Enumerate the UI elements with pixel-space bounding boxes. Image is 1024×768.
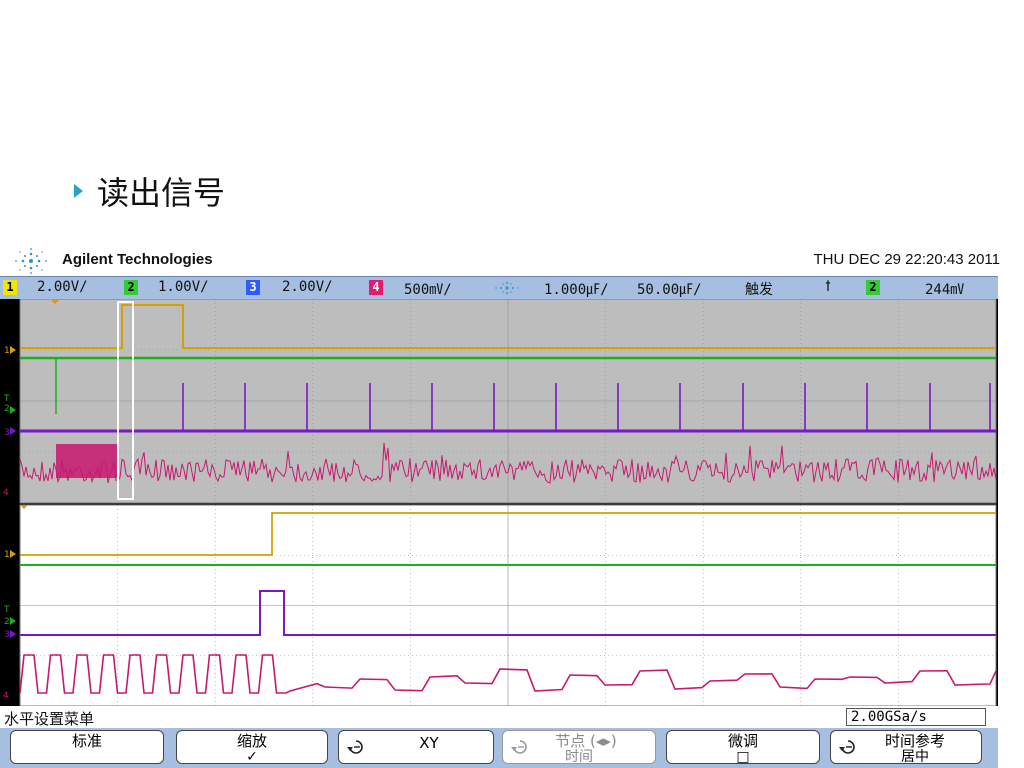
ch4-scale: 500㎷/: [404, 282, 452, 298]
softkey-fine[interactable]: 微调 □: [666, 730, 820, 765]
waveform-display[interactable]: 1 2 T 3 4 1 T 2 3 4: [0, 299, 998, 706]
softkey-xy[interactable]: XY: [338, 730, 494, 764]
ch3-scale: 2.00V/: [282, 279, 333, 295]
channel-status-bar: 1 2.00V/ 2 1.00V/ 3 2.00V/ 4 500㎷/ 1.000…: [0, 276, 998, 300]
checkbox-icon: □: [736, 749, 750, 765]
brand-name: Agilent Technologies: [62, 251, 213, 268]
softkey-time-reference[interactable]: 时间参考 居中: [830, 730, 982, 765]
cycle-arrow-icon: [839, 740, 855, 754]
sample-rate: 2.00GSa/s: [846, 708, 986, 726]
ch2-scale: 1.00V/: [158, 279, 209, 295]
softkey-node-time[interactable]: 节点 (◂▸) 时间: [502, 730, 656, 765]
trigger-channel-badge[interactable]: 2: [866, 280, 880, 295]
scope-header: Agilent Technologies THU DEC 29 22:20:43…: [8, 247, 1000, 275]
bullet-icon: [74, 184, 83, 198]
agilent-logo-icon: [495, 282, 519, 294]
svg-text:4: 4: [3, 488, 9, 498]
time-scale: 50.00㎌/: [637, 282, 702, 298]
cycle-arrow-icon: [347, 740, 363, 754]
cycle-arrow-icon: [511, 740, 527, 754]
trigger-slope-icon: ꝉ: [825, 279, 831, 295]
softkey-label: 微调: [727, 732, 758, 750]
ch1-badge[interactable]: 1: [3, 280, 17, 295]
softkey-label: 标准: [71, 732, 102, 750]
svg-text:2: 2: [4, 617, 10, 627]
ch1-scale: 2.00V/: [37, 279, 88, 295]
ch2-badge[interactable]: 2: [124, 280, 138, 295]
trigger-label: 触发: [745, 282, 773, 298]
agilent-logo-icon: [15, 248, 47, 274]
time-position: 1.000㎌/: [544, 282, 609, 298]
softkey-zoom[interactable]: 缩放 ✓: [176, 730, 328, 765]
svg-text:4: 4: [3, 691, 9, 701]
softkey-bar: 标准 缩放 ✓ XY 节点 (◂▸) 时间 微调 □ 时间参考 居中: [0, 728, 998, 768]
ch4-badge[interactable]: 4: [369, 280, 383, 295]
slide-title: 读出信号: [74, 168, 225, 214]
svg-text:1: 1: [4, 346, 10, 356]
svg-text:3: 3: [4, 630, 10, 640]
svg-text:1: 1: [4, 550, 10, 560]
slide-title-text: 读出信号: [97, 174, 226, 212]
trigger-level: 244㎷: [925, 282, 965, 298]
softkey-normal[interactable]: 标准: [10, 730, 164, 764]
svg-text:T: T: [3, 605, 10, 615]
svg-text:2: 2: [4, 404, 10, 414]
menu-title: 水平设置菜单: [4, 710, 95, 728]
svg-text:T: T: [3, 394, 10, 404]
timestamp: THU DEC 29 22:20:43 2011: [813, 251, 1001, 268]
svg-text:3: 3: [4, 428, 10, 438]
softkey-label: 缩放: [236, 732, 267, 750]
ch3-badge[interactable]: 3: [246, 280, 260, 295]
check-icon: ✓: [246, 749, 258, 765]
menu-row: 水平设置菜单 2.00GSa/s: [0, 707, 998, 729]
